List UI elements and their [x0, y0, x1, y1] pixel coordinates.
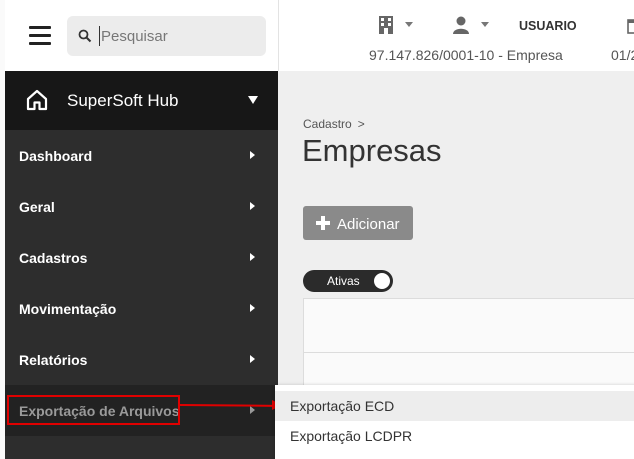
table-divider: [304, 352, 634, 353]
header-right: USUARIO 97.147.826/0001-10 - Empresa 01/…: [278, 0, 634, 71]
chevron-right-icon: [250, 202, 255, 210]
chevron-down-icon[interactable]: [481, 22, 489, 27]
toggle-knob: [374, 273, 390, 289]
sidebar-item-movimentacao[interactable]: Movimentação: [5, 283, 278, 334]
chevron-right-icon: [250, 406, 255, 414]
sidebar-item-label: Cadastros: [19, 250, 88, 266]
home-icon: [26, 89, 48, 111]
breadcrumb: Cadastro >: [303, 117, 365, 131]
header-left: [5, 0, 278, 71]
chevron-right-icon: [250, 304, 255, 312]
submenu-item-label: Exportação ECD: [290, 398, 395, 414]
breadcrumb-item[interactable]: Cadastro: [303, 117, 352, 131]
page-title: Empresas: [302, 133, 442, 168]
add-button-label: Adicionar: [337, 216, 400, 233]
hamburger-menu-icon[interactable]: [29, 26, 51, 46]
sidebar-item-cadastros[interactable]: Cadastros: [5, 232, 278, 283]
chevron-right-icon: [250, 253, 255, 261]
company-label: 97.147.826/0001-10 - Empresa: [369, 47, 563, 63]
building-icon[interactable]: [379, 16, 393, 34]
search-input[interactable]: [97, 25, 257, 47]
sidebar-item-dashboard[interactable]: Dashboard: [5, 130, 278, 181]
sidebar-item-label: Relatórios: [19, 352, 88, 368]
brand-title: SuperSoft Hub: [67, 91, 179, 110]
chevron-right-icon: [250, 151, 255, 159]
chevron-down-icon[interactable]: [405, 22, 413, 27]
calendar-icon[interactable]: [627, 18, 634, 34]
chevron-right-icon: [250, 355, 255, 363]
date-label: 01/2: [611, 47, 634, 63]
search-box[interactable]: [67, 16, 266, 56]
sidebar-item-label: Geral: [19, 199, 55, 215]
app-window: USUARIO 97.147.826/0001-10 - Empresa 01/…: [0, 0, 634, 459]
sidebar-item-label: Dashboard: [19, 148, 93, 164]
sidebar-brand[interactable]: SuperSoft Hub: [5, 71, 278, 130]
plus-icon: [316, 216, 330, 230]
user-name[interactable]: USUARIO: [519, 19, 577, 33]
add-button[interactable]: Adicionar: [303, 206, 413, 240]
submenu-item-label: Exportação LCDPR: [290, 428, 413, 444]
chevron-down-icon[interactable]: [248, 96, 258, 104]
active-filter-toggle[interactable]: Ativas: [303, 270, 393, 292]
submenu-item-lcdpr[interactable]: Exportação LCDPR: [275, 421, 634, 451]
sidebar-item-geral[interactable]: Geral: [5, 181, 278, 232]
export-submenu: Exportação ECD Exportação LCDPR: [275, 385, 634, 459]
breadcrumb-separator: >: [357, 117, 365, 131]
toggle-label: Ativas: [327, 274, 360, 288]
sidebar-item-label: Movimentação: [19, 301, 117, 317]
user-icon[interactable]: [453, 16, 469, 34]
search-icon: [78, 29, 92, 43]
text-cursor: [99, 26, 100, 46]
submenu-item-ecd[interactable]: Exportação ECD: [275, 391, 634, 421]
annotation-highlight-box: [7, 395, 180, 425]
sidebar-item-relatorios[interactable]: Relatórios: [5, 334, 278, 385]
